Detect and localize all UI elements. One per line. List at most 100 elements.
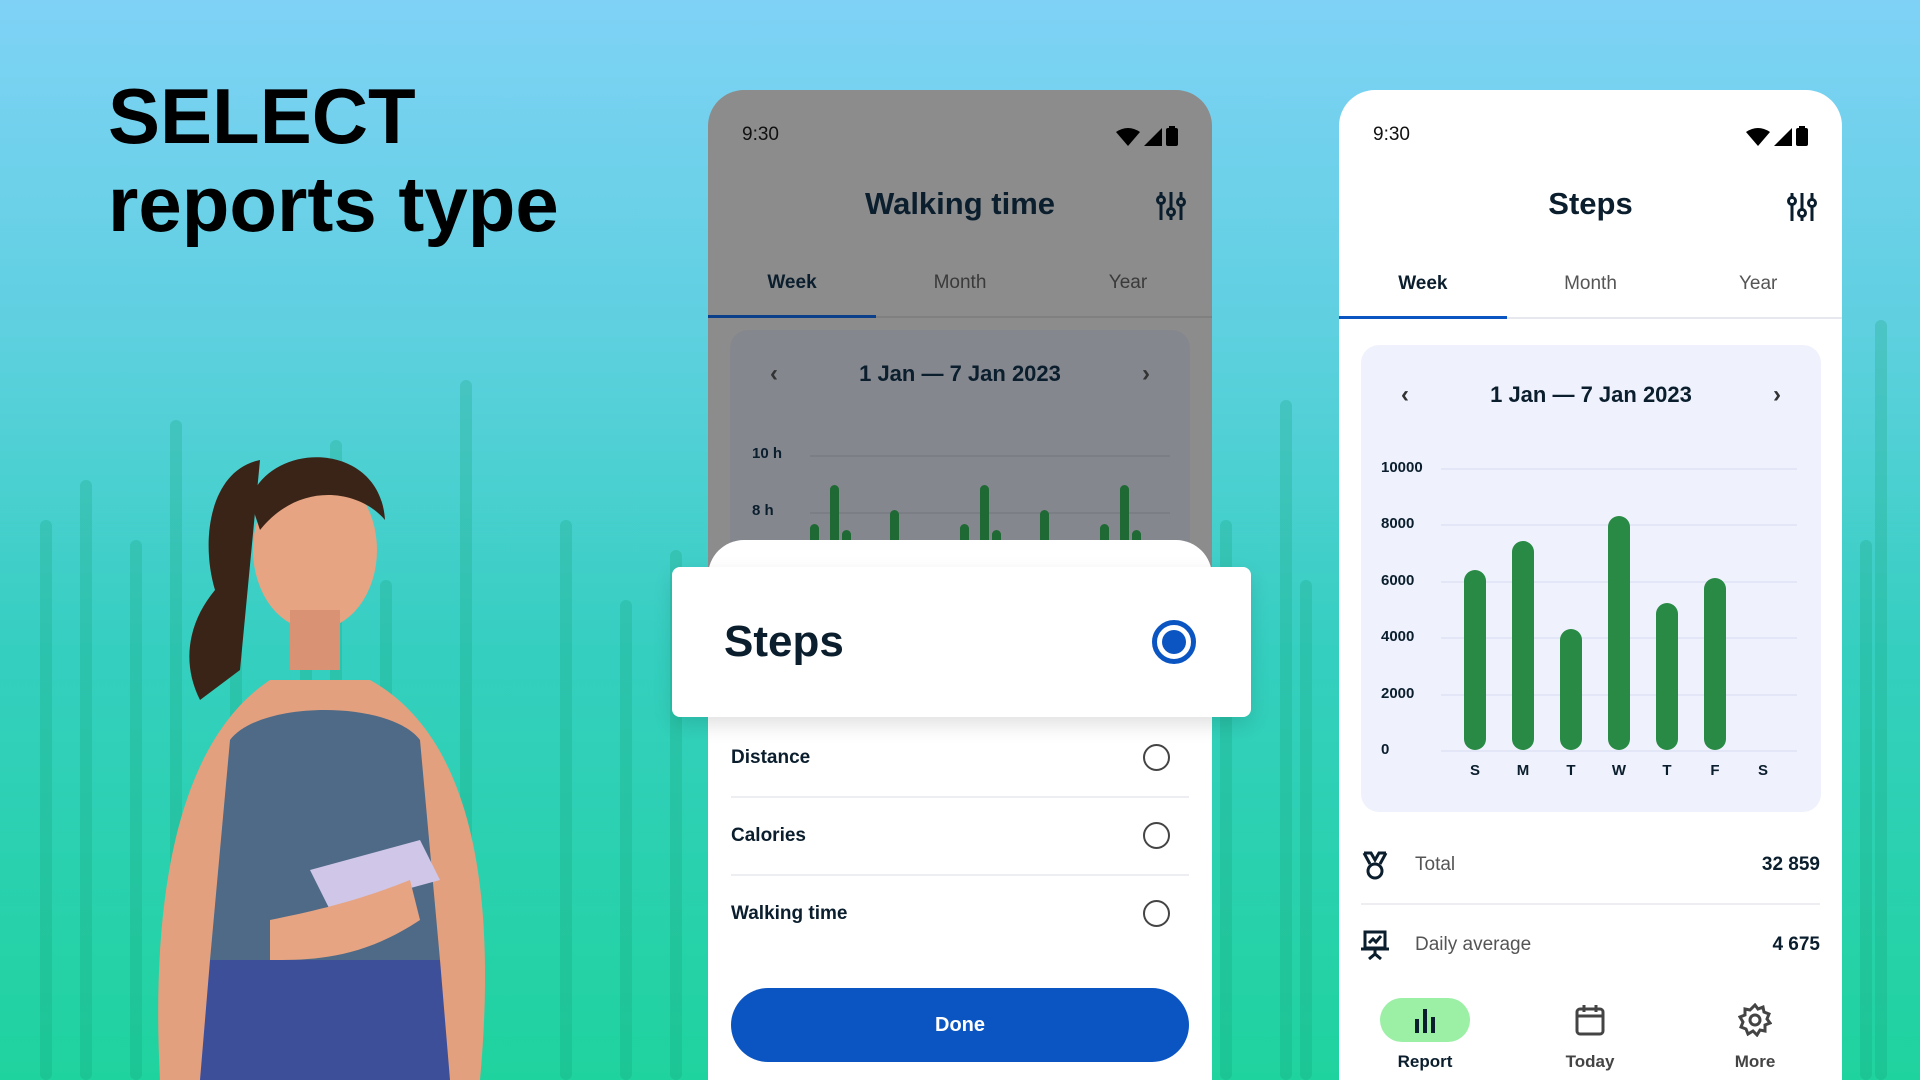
battery-icon — [1796, 126, 1808, 146]
chart-card: ‹ 1 Jan — 7 Jan 2023 › 10000 8000 6000 4000… — [1361, 345, 1821, 812]
tab-month[interactable]: Month — [1507, 273, 1675, 317]
divider — [731, 796, 1189, 798]
date-range: 1 Jan — 7 Jan 2023 — [859, 361, 1061, 386]
status-time: 9:30 — [1373, 124, 1410, 145]
background-bar — [1280, 400, 1292, 1080]
gridline — [1441, 468, 1797, 470]
done-button[interactable]: Done — [731, 988, 1189, 1062]
bar-1 — [1512, 541, 1534, 750]
option-label: Walking time — [731, 902, 848, 924]
nav-today[interactable]: Today — [1530, 998, 1650, 1072]
stat-value: 32 859 — [1761, 854, 1820, 875]
signal-icon — [1144, 128, 1162, 146]
option-label: Calories — [731, 824, 806, 846]
calendar-icon — [1545, 998, 1635, 1042]
chevron-left-icon[interactable]: ‹ — [770, 360, 778, 388]
nav-label: More — [1734, 1052, 1776, 1071]
y-tick-label: 6000 — [1381, 571, 1415, 589]
x-tick-label: S — [1757, 762, 1768, 779]
y-tick: 8 h — [752, 502, 774, 519]
bar-0 — [1464, 569, 1486, 750]
wifi-icon — [1746, 128, 1770, 146]
headline-line1: SELECT — [108, 72, 416, 160]
bar-5 — [1704, 577, 1726, 750]
stat-daily-average: Daily average 4 675 — [1361, 930, 1820, 960]
medal-icon — [1362, 851, 1388, 880]
radio-unselected[interactable] — [1143, 822, 1170, 849]
divider — [731, 874, 1189, 876]
headline-line2: reports type — [108, 160, 559, 248]
presentation-chart-icon — [1361, 930, 1389, 960]
tab-week[interactable]: Week — [708, 272, 876, 318]
period-tabs: Week Month Year — [1339, 273, 1842, 319]
date-range: 1 Jan — 7 Jan 2023 — [1490, 382, 1692, 407]
woman-with-phone-photo — [158, 457, 486, 1080]
stat-total: Total 32 859 — [1361, 850, 1820, 880]
stat-value: 4 675 — [1772, 934, 1820, 955]
screen-title: Walking time — [864, 186, 1056, 221]
gridline — [1441, 750, 1797, 752]
option-steps[interactable]: Steps — [672, 567, 1251, 717]
radio-unselected[interactable] — [1143, 900, 1170, 927]
option-label: Steps — [724, 617, 844, 666]
sliders-icon[interactable] — [1156, 190, 1186, 222]
right-phone-screen: 9:30 Steps Week Month Year ‹ 1 Jan — 7 J… — [1339, 90, 1842, 1080]
stat-label: Total — [1415, 854, 1456, 875]
background-bar — [560, 520, 572, 1080]
divider — [1361, 903, 1820, 905]
signal-icon — [1774, 128, 1792, 146]
bar-2 — [1560, 628, 1582, 750]
x-tick-label: F — [1710, 762, 1720, 779]
date-navigator: ‹ 1 Jan — 7 Jan 2023 › — [730, 360, 1190, 388]
gear-icon — [1710, 998, 1800, 1042]
background-bar — [1300, 580, 1312, 1080]
bar-3 — [1608, 515, 1630, 750]
background-bar — [1875, 320, 1887, 1080]
x-tick-label: W — [1611, 762, 1627, 779]
period-tabs: Week Month Year — [708, 272, 1212, 318]
x-tick-label: S — [1469, 762, 1480, 779]
chevron-left-icon[interactable]: ‹ — [1401, 381, 1409, 409]
screen-title: Steps — [1548, 186, 1633, 221]
tab-week[interactable]: Week — [1339, 273, 1507, 319]
status-icons — [1116, 126, 1178, 146]
option-label: Distance — [731, 746, 811, 768]
y-tick-label: 10000 — [1381, 459, 1423, 476]
y-tick-label: 4000 — [1381, 628, 1415, 646]
background-bar — [620, 600, 632, 1080]
option-distance[interactable]: Distance — [731, 744, 1189, 771]
headline: SELECT reports type — [108, 72, 559, 248]
x-tick-label: T — [1566, 762, 1576, 779]
radio-dot — [1162, 630, 1186, 654]
bar-4 — [1656, 603, 1678, 750]
tab-year[interactable]: Year — [1044, 272, 1212, 316]
radio-unselected[interactable] — [1143, 744, 1170, 771]
option-calories[interactable]: Calories — [731, 822, 1189, 849]
stat-label: Daily average — [1415, 934, 1532, 955]
nav-label: Today — [1565, 1052, 1615, 1071]
bar-chart-icon — [1380, 998, 1470, 1042]
nav-label: Report — [1397, 1052, 1453, 1071]
status-time: 9:30 — [742, 124, 779, 145]
wifi-icon — [1116, 128, 1140, 146]
background-bar — [40, 520, 52, 1080]
gridline — [810, 455, 1170, 457]
battery-icon — [1166, 126, 1178, 146]
chevron-right-icon[interactable]: › — [1142, 360, 1150, 388]
tab-year[interactable]: Year — [1674, 273, 1842, 317]
sliders-icon[interactable] — [1787, 191, 1817, 223]
x-tick-label: M — [1516, 762, 1530, 779]
radio-selected[interactable] — [1152, 620, 1196, 664]
option-walking-time[interactable]: Walking time — [731, 900, 1189, 927]
background-bar — [80, 480, 92, 1080]
chevron-right-icon[interactable]: › — [1773, 381, 1781, 409]
tab-month[interactable]: Month — [876, 272, 1044, 316]
background-bar — [1860, 540, 1872, 1080]
y-tick-label: 2000 — [1381, 684, 1415, 702]
x-tick-label: T — [1662, 762, 1672, 779]
y-tick-label: 8000 — [1381, 515, 1415, 533]
nav-report[interactable]: Report — [1365, 998, 1485, 1072]
nav-more[interactable]: More — [1695, 998, 1815, 1072]
y-tick: 10 h — [752, 445, 783, 462]
date-navigator: ‹ 1 Jan — 7 Jan 2023 › — [1361, 381, 1821, 409]
